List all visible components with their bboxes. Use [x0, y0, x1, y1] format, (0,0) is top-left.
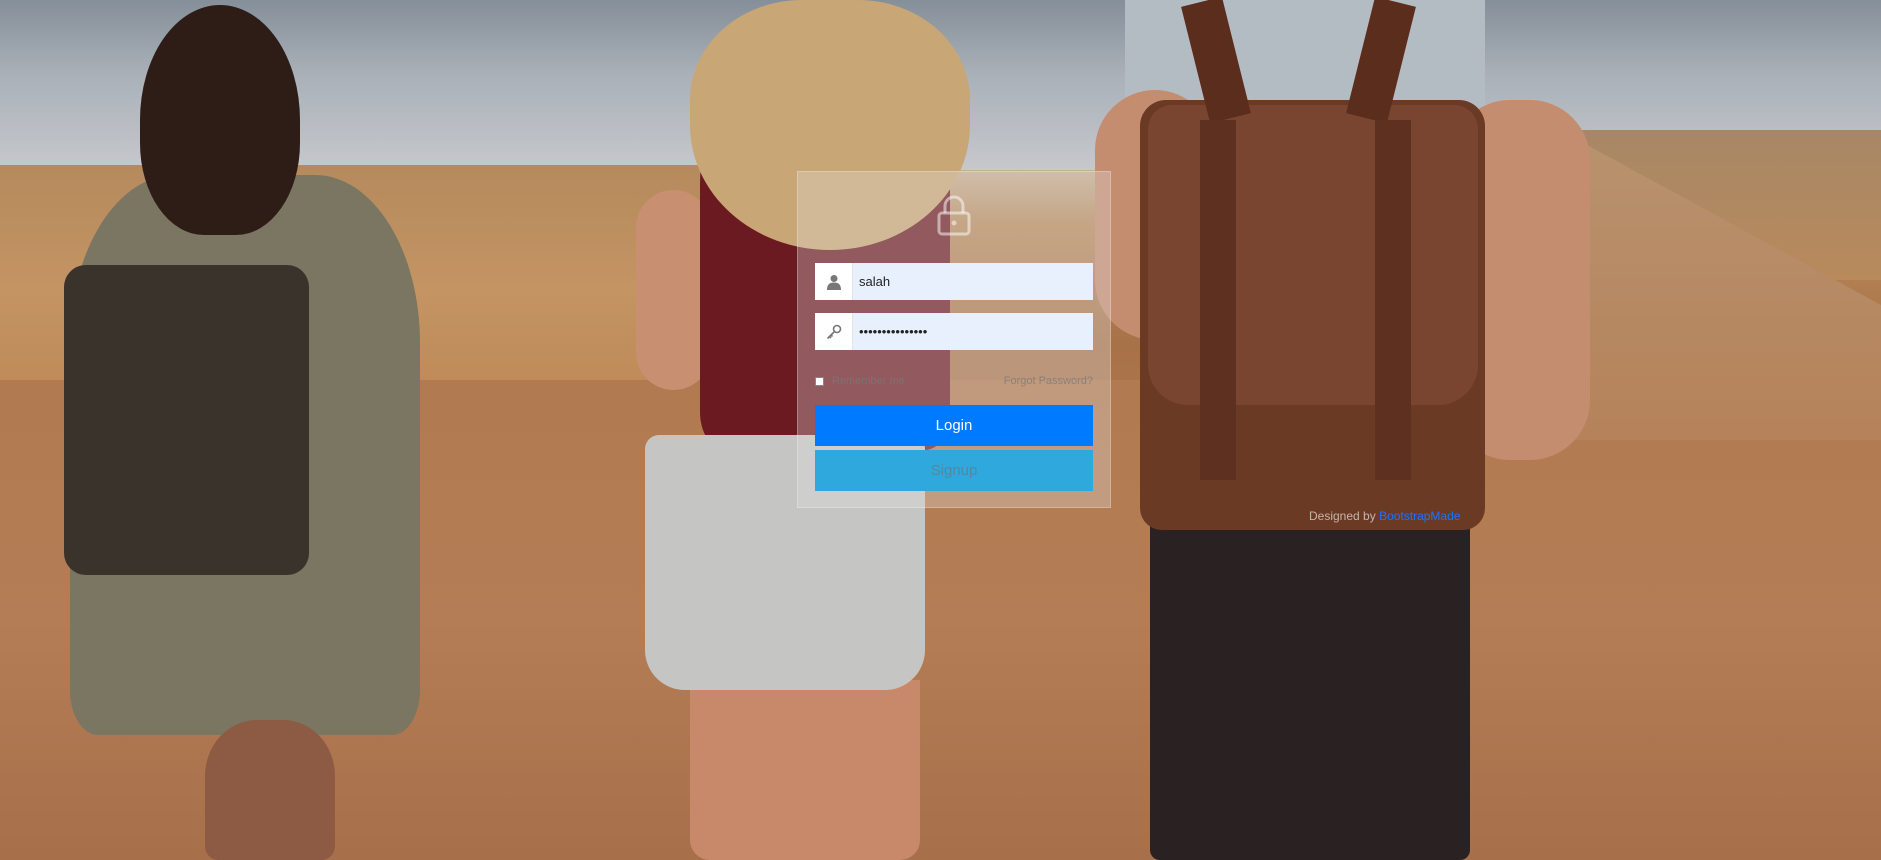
backpack-strap [1375, 120, 1411, 480]
signup-button[interactable]: Signup [815, 450, 1093, 491]
user-icon [815, 263, 853, 300]
login-button[interactable]: Login [815, 405, 1093, 446]
designed-by-text: Designed by [1309, 509, 1376, 523]
login-options-row: Remember me Forgot Password? [815, 374, 1093, 390]
remember-me-checkbox[interactable] [815, 377, 824, 386]
person-right-pants [1150, 500, 1470, 860]
designer-credit: Designed by BootstrapMade [1309, 509, 1460, 523]
lock-icon [934, 194, 974, 236]
password-field [815, 313, 1093, 350]
background-photo: Remember me Forgot Password? Login Signu… [0, 0, 1881, 860]
person-right-backpack-flap [1148, 105, 1478, 405]
key-icon [815, 313, 853, 350]
backpack-strap [1200, 120, 1236, 480]
person-middle-legs [690, 680, 920, 860]
person-left-legs [205, 720, 335, 860]
username-field [815, 263, 1093, 300]
login-form: Remember me Forgot Password? Login Signu… [797, 171, 1111, 508]
bootstrapmade-link[interactable]: BootstrapMade [1379, 509, 1460, 523]
person-left-hair [140, 5, 300, 235]
person-left-backpack [64, 265, 309, 575]
password-input[interactable] [853, 313, 1093, 350]
remember-me-label[interactable]: Remember me [832, 375, 905, 387]
forgot-password-link[interactable]: Forgot Password? [1004, 375, 1093, 387]
username-input[interactable] [853, 263, 1093, 300]
